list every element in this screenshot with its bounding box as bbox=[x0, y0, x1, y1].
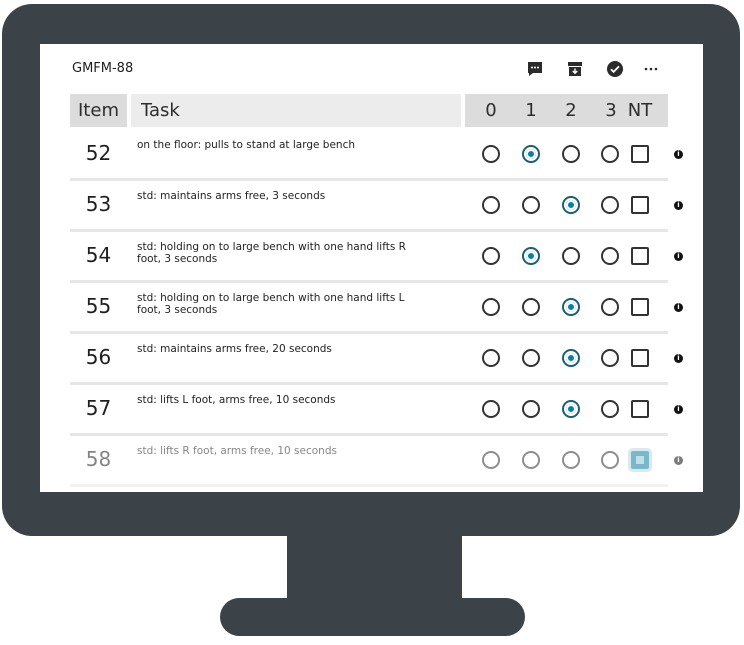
table-row: 53 std: maintains arms free, 3 seconds i bbox=[70, 183, 683, 232]
monitor-neck bbox=[287, 532, 462, 602]
app-title: GMFM-88 bbox=[72, 61, 134, 76]
table-row: 56 std: maintains arms free, 20 seconds i bbox=[70, 336, 683, 385]
header-score-0: 0 bbox=[485, 100, 497, 121]
score-3-radio[interactable] bbox=[601, 298, 619, 316]
radio-selected-dot bbox=[566, 353, 576, 363]
more-icon[interactable] bbox=[642, 60, 660, 78]
info-icon[interactable]: i bbox=[674, 354, 683, 363]
item-number: 53 bbox=[85, 192, 112, 216]
score-3-radio[interactable] bbox=[601, 196, 619, 214]
header-item: Item bbox=[78, 100, 119, 121]
radio-selected-dot bbox=[526, 149, 536, 159]
score-1-radio[interactable] bbox=[522, 145, 540, 163]
info-icon[interactable]: i bbox=[674, 252, 683, 261]
score-0-radio[interactable] bbox=[482, 247, 500, 265]
table-row: 57 std: lifts L foot, arms free, 10 secon… bbox=[70, 387, 683, 436]
info-icon[interactable]: i bbox=[674, 201, 683, 210]
score-3-radio[interactable] bbox=[601, 451, 619, 469]
table-row: 58 std: lifts R foot, arms free, 10 secon… bbox=[70, 438, 683, 487]
item-number: 54 bbox=[85, 243, 112, 267]
score-2-radio[interactable] bbox=[562, 349, 580, 367]
header-task: Task bbox=[141, 100, 180, 121]
info-icon[interactable]: i bbox=[674, 405, 683, 414]
table-row: 55 std: holding on to large bench with on… bbox=[70, 285, 683, 334]
score-2-radio[interactable] bbox=[562, 451, 580, 469]
not-tested-checkbox[interactable] bbox=[631, 451, 649, 469]
score-0-radio[interactable] bbox=[482, 298, 500, 316]
score-1-radio[interactable] bbox=[522, 451, 540, 469]
info-icon[interactable]: i bbox=[674, 150, 683, 159]
radio-selected-dot bbox=[566, 302, 576, 312]
score-3-radio[interactable] bbox=[601, 349, 619, 367]
score-0-radio[interactable] bbox=[482, 451, 500, 469]
item-number: 58 bbox=[85, 447, 112, 471]
table-header: Item Task 0 1 2 3 NT bbox=[70, 94, 668, 127]
score-0-radio[interactable] bbox=[482, 400, 500, 418]
radio-selected-dot bbox=[566, 200, 576, 210]
score-3-radio[interactable] bbox=[601, 247, 619, 265]
not-tested-checkbox[interactable] bbox=[631, 400, 649, 418]
score-0-radio[interactable] bbox=[482, 349, 500, 367]
screen: GMFM-88 Item Task 0 1 2 3 NT 52 on the fl bbox=[40, 44, 703, 492]
not-tested-checkbox[interactable] bbox=[631, 298, 649, 316]
score-0-radio[interactable] bbox=[482, 145, 500, 163]
score-2-radio[interactable] bbox=[562, 145, 580, 163]
header-score-1: 1 bbox=[525, 100, 537, 121]
header-score-2: 2 bbox=[565, 100, 577, 121]
title-bar: GMFM-88 bbox=[40, 44, 703, 90]
task-description: std: maintains arms free, 3 seconds bbox=[137, 190, 326, 202]
radio-selected-dot bbox=[566, 404, 576, 414]
score-1-radio[interactable] bbox=[522, 247, 540, 265]
table-row: 54 std: holding on to large bench with on… bbox=[70, 234, 683, 283]
score-2-radio[interactable] bbox=[562, 298, 580, 316]
not-tested-checkbox[interactable] bbox=[631, 349, 649, 367]
task-description: std: lifts L foot, arms free, 10 seconds bbox=[137, 394, 336, 406]
table-row: 52 on the floor: pulls to stand at large … bbox=[70, 132, 683, 181]
task-description: std: maintains arms free, 20 seconds bbox=[137, 343, 332, 355]
task-description: std: lifts R foot, arms free, 10 seconds bbox=[137, 445, 337, 457]
info-icon[interactable]: i bbox=[674, 456, 683, 465]
checkbox-fill bbox=[636, 456, 644, 464]
score-3-radio[interactable] bbox=[601, 145, 619, 163]
header-score-3: 3 bbox=[605, 100, 617, 121]
score-3-radio[interactable] bbox=[601, 400, 619, 418]
task-description: std: holding on to large bench with one … bbox=[137, 241, 406, 265]
header-nt: NT bbox=[627, 100, 653, 121]
not-tested-checkbox[interactable] bbox=[631, 145, 649, 163]
score-2-radio[interactable] bbox=[562, 196, 580, 214]
task-description: std: holding on to large bench with one … bbox=[137, 292, 405, 316]
not-tested-checkbox[interactable] bbox=[631, 247, 649, 265]
check-circle-icon[interactable] bbox=[606, 60, 624, 78]
score-1-radio[interactable] bbox=[522, 349, 540, 367]
not-tested-checkbox[interactable] bbox=[631, 196, 649, 214]
score-0-radio[interactable] bbox=[482, 196, 500, 214]
score-1-radio[interactable] bbox=[522, 298, 540, 316]
item-number: 56 bbox=[85, 345, 112, 369]
score-1-radio[interactable] bbox=[522, 400, 540, 418]
comment-icon[interactable] bbox=[526, 60, 544, 78]
archive-icon[interactable] bbox=[566, 60, 584, 78]
info-icon[interactable]: i bbox=[674, 303, 683, 312]
score-1-radio[interactable] bbox=[522, 196, 540, 214]
score-2-radio[interactable] bbox=[562, 247, 580, 265]
radio-selected-dot bbox=[526, 251, 536, 261]
task-description: on the floor: pulls to stand at large be… bbox=[137, 139, 356, 151]
item-number: 52 bbox=[85, 141, 112, 165]
score-2-radio[interactable] bbox=[562, 400, 580, 418]
monitor-base bbox=[220, 598, 525, 636]
header-task-cell: Task bbox=[131, 94, 461, 127]
item-number: 55 bbox=[85, 294, 112, 318]
item-number: 57 bbox=[85, 396, 112, 420]
